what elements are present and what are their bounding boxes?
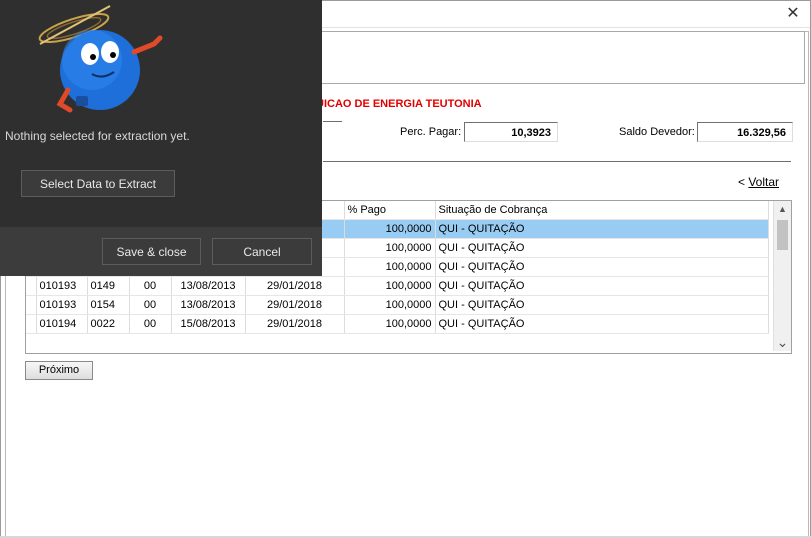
blue-ball-mascot-icon	[38, 5, 163, 113]
voltar-link[interactable]: < Voltar	[738, 175, 779, 189]
table-row[interactable]: 010193 0149 00 13/08/2013 29/01/2018 100,0000…	[26, 276, 769, 296]
grid-cell-c1: 010193	[36, 295, 88, 315]
vertical-scrollbar[interactable]: ▲ ⌄	[773, 201, 791, 351]
scroll-up-icon[interactable]: ▲	[774, 201, 791, 218]
scroll-down-icon[interactable]: ⌄	[774, 334, 791, 351]
grid-cell-c4: 13/08/2013	[171, 276, 246, 296]
grid-cell-c2: 0022	[87, 314, 130, 334]
grid-cell-situacao: QUI - QUITAÇÃO	[435, 295, 769, 315]
select-data-button[interactable]: Select Data to Extract	[21, 170, 175, 197]
perc-pagar-value: 10,3923	[464, 122, 558, 142]
grid-cell-pago: 100,0000	[344, 219, 436, 239]
extract-panel: Nothing selected for extraction yet. Sel…	[0, 0, 322, 276]
save-close-button[interactable]: Save & close	[102, 238, 201, 265]
grid-header-pago[interactable]: % Pago	[344, 201, 436, 220]
proximo-button[interactable]: Próximo	[25, 361, 93, 380]
saldo-devedor-label: Saldo Devedor:	[619, 126, 695, 138]
scroll-thumb[interactable]	[777, 220, 788, 250]
grid-cell-situacao: QUI - QUITAÇÃO	[435, 238, 769, 258]
grid-cell-c4: 15/08/2013	[171, 314, 246, 334]
grid-cell-c1: 010193	[36, 276, 88, 296]
grid-cell-c3: 00	[129, 276, 172, 296]
grid-cell-pago: 100,0000	[344, 276, 436, 296]
grid-header-situacao[interactable]: Situação de Cobrança	[435, 201, 769, 220]
grid-cell-c3: 00	[129, 295, 172, 315]
close-icon[interactable]: ✕	[783, 5, 803, 23]
grid-cell-c5: 29/01/2018	[245, 314, 345, 334]
grid-cell-c4: 13/08/2013	[171, 295, 246, 315]
grid-cell-situacao: QUI - QUITAÇÃO	[435, 276, 769, 296]
grid-cell-pago: 100,0000	[344, 295, 436, 315]
grid-cell-pago: 100,0000	[344, 257, 436, 277]
grid-cell-c3: 00	[129, 314, 172, 334]
grid-cell-c5: 29/01/2018	[245, 276, 345, 296]
grid-cell-c1: 010194	[36, 314, 88, 334]
voltar-label: Voltar	[748, 175, 780, 189]
grid-cell-situacao: QUI - QUITAÇÃO	[435, 257, 769, 277]
grid-cell-pago: 100,0000	[344, 238, 436, 258]
grid-cell-c5: 29/01/2018	[245, 295, 345, 315]
grid-cell-situacao: QUI - QUITAÇÃO	[435, 219, 769, 239]
grid-cell-pago: 100,0000	[344, 314, 436, 334]
divider	[323, 161, 791, 162]
table-row[interactable]: 010193 0154 00 13/08/2013 29/01/2018 100,0000…	[26, 295, 769, 315]
grid-row-indicator	[26, 295, 37, 315]
perc-pagar-label: Perc. Pagar:	[400, 126, 462, 138]
grid-row-indicator	[26, 276, 37, 296]
saldo-devedor-value: 16.329,56	[697, 122, 793, 142]
grid-cell-c2: 0154	[87, 295, 130, 315]
grid-cell-c2: 0149	[87, 276, 130, 296]
extraction-status-text: Nothing selected for extraction yet.	[5, 129, 190, 143]
cancel-button[interactable]: Cancel	[212, 238, 312, 265]
panel-footer: Save & close Cancel	[0, 227, 322, 276]
grid-row-indicator	[26, 314, 37, 334]
grid-cell-situacao: QUI - QUITAÇÃO	[435, 314, 769, 334]
voltar-prefix: <	[738, 175, 749, 189]
table-row[interactable]: 010194 0022 00 15/08/2013 29/01/2018 100,0000…	[26, 314, 769, 334]
divider	[323, 121, 342, 122]
company-name: UICAO DE ENERGIA TEUTONIA	[316, 98, 482, 110]
